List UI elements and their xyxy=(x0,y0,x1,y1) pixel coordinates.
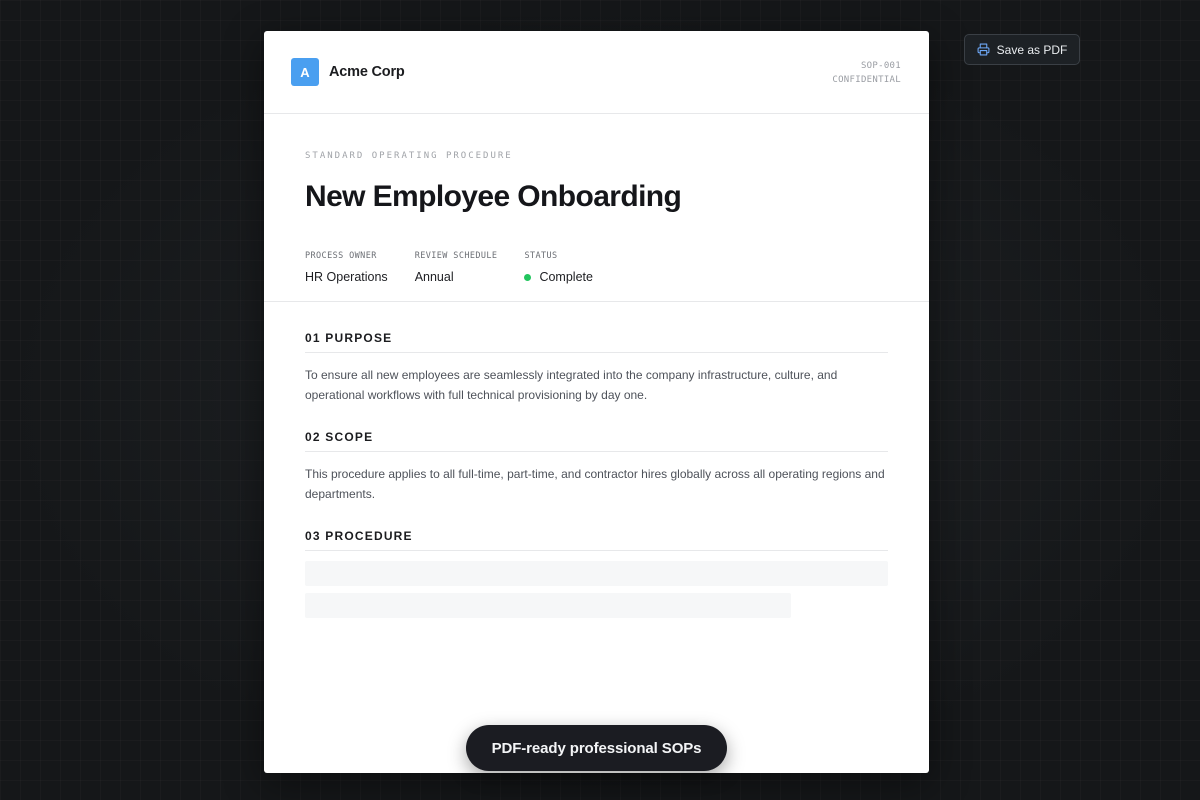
document-meta-row: PROCESS OWNER HR Operations REVIEW SCHED… xyxy=(305,251,620,284)
company-logo: A xyxy=(291,58,319,86)
meta-label: PROCESS OWNER xyxy=(305,251,377,261)
classification-label: CONFIDENTIAL xyxy=(832,75,901,85)
document-type-label: STANDARD OPERATING PROCEDURE xyxy=(305,151,513,161)
section-title: 02 SCOPE xyxy=(305,430,888,452)
section-procedure: 03 PROCEDURE xyxy=(305,504,888,618)
section-title: 03 PROCEDURE xyxy=(305,529,888,551)
sop-document: A Acme Corp SOP-001 CONFIDENTIAL STANDAR… xyxy=(264,31,929,773)
status-value: Complete xyxy=(524,270,593,284)
document-title: New Employee Onboarding xyxy=(305,180,682,213)
section-scope: 02 SCOPE This procedure applies to all f… xyxy=(305,405,888,504)
loading-placeholder xyxy=(305,593,791,618)
loading-placeholder xyxy=(305,561,888,586)
status-text: Complete xyxy=(539,270,593,284)
status-dot-icon xyxy=(524,273,532,281)
meta-label: REVIEW SCHEDULE xyxy=(414,251,498,261)
save-as-pdf-label: Save as PDF xyxy=(996,42,1068,57)
save-as-pdf-button[interactable]: Save as PDF xyxy=(964,34,1080,65)
document-meta: SOP-001 CONFIDENTIAL xyxy=(832,59,901,87)
section-title: 01 PURPOSE xyxy=(305,331,888,353)
meta-process-owner: PROCESS OWNER HR Operations xyxy=(305,251,388,284)
meta-value: HR Operations xyxy=(305,270,388,284)
document-body: 01 PURPOSE To ensure all new employees a… xyxy=(264,302,929,618)
meta-status: STATUS Complete xyxy=(524,251,593,284)
document-hero: STANDARD OPERATING PROCEDURE New Employe… xyxy=(264,114,929,302)
document-header: A Acme Corp SOP-001 CONFIDENTIAL xyxy=(264,31,929,114)
meta-review-schedule: REVIEW SCHEDULE Annual xyxy=(415,251,498,284)
meta-label: STATUS xyxy=(524,251,558,261)
section-purpose: 01 PURPOSE To ensure all new employees a… xyxy=(305,302,888,405)
printer-icon xyxy=(977,43,990,56)
document-id: SOP-001 xyxy=(860,61,901,71)
company-name: Acme Corp xyxy=(329,64,405,80)
section-text: To ensure all new employees are seamless… xyxy=(305,368,838,402)
meta-value: Annual xyxy=(414,270,454,284)
section-text: This procedure applies to all full-time,… xyxy=(305,467,885,501)
promo-banner: PDF-ready professional SOPs xyxy=(466,725,727,771)
